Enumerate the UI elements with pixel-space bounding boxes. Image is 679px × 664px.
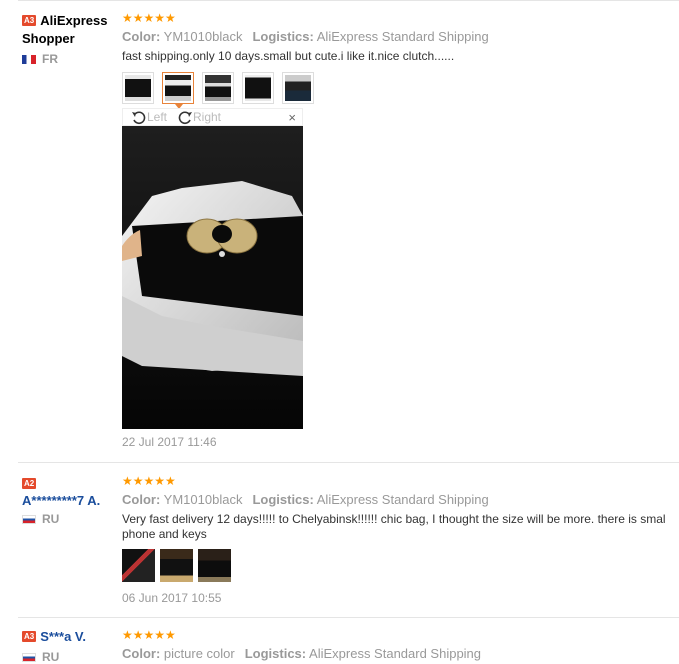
logistics-value: AliExpress Standard Shipping: [316, 29, 489, 44]
review-date: 06 Jun 2017 10:55: [122, 591, 222, 605]
order-meta: Color: YM1010black Logistics: AliExpress …: [122, 29, 489, 44]
level-badge: A3: [22, 15, 37, 26]
reviewer-country: FR: [22, 52, 118, 66]
review-text-continued: phone and keys: [122, 527, 207, 541]
color-value: YM1010black: [163, 492, 243, 507]
photo-thumbnail[interactable]: [160, 549, 193, 582]
level-badge: A2: [22, 478, 37, 489]
russia-flag-icon: [22, 514, 36, 524]
review-date: 22 Jul 2017 11:46: [122, 435, 217, 449]
photo-thumbnails: [122, 72, 679, 109]
photo-viewer-toolbar: Left Right ×: [122, 108, 303, 126]
photo-thumbnail[interactable]: [198, 549, 231, 582]
star-rating: ★★★★★: [122, 628, 176, 642]
review-divider: [18, 0, 679, 1]
review-divider: [18, 462, 679, 463]
enlarged-review-photo: [122, 126, 303, 429]
rotate-left-icon: [132, 111, 146, 125]
reviewer-name[interactable]: S***a V.: [40, 629, 86, 644]
star-rating: ★★★★★: [122, 11, 176, 25]
reviewer-info: A3 AliExpress Shopper FR: [22, 12, 118, 66]
photo-thumbnails: [122, 549, 679, 582]
france-flag-icon: [22, 54, 36, 64]
photo-thumbnail[interactable]: [242, 72, 274, 104]
photo-thumbnail-selected[interactable]: [162, 72, 194, 109]
close-viewer-button[interactable]: ×: [288, 110, 296, 125]
reviewer-name[interactable]: A*********7 A.: [22, 494, 114, 508]
reviewer-info: A3 S***a V. RU: [22, 628, 118, 664]
clutch-photo-image: [122, 126, 303, 429]
review-divider: [18, 617, 679, 618]
photo-thumbnail[interactable]: [122, 72, 154, 104]
order-meta: Color: picture color Logistics: AliExpres…: [122, 646, 482, 661]
rotate-right-icon: [178, 111, 192, 125]
reviewer-info: A2 A*********7 A. RU: [22, 475, 118, 526]
reviewer-country: RU: [22, 650, 118, 664]
photo-thumbnail[interactable]: [282, 72, 314, 104]
color-value: YM1010black: [163, 29, 243, 44]
star-rating: ★★★★★: [122, 474, 176, 488]
reviewer-country: RU: [22, 512, 118, 526]
review-body: ★★★★★ Color: picture color Logistics: Ali…: [122, 629, 679, 662]
review-text: fast shipping.only 10 days.small but cut…: [122, 49, 455, 63]
review-text: Very fast delivery 12 days!!!!! to Chely…: [122, 512, 666, 526]
order-meta: Color: YM1010black Logistics: AliExpress …: [122, 492, 489, 507]
review-body: ★★★★★ Color: YM1010black Logistics: AliEx…: [122, 475, 679, 582]
photo-thumbnail[interactable]: [122, 549, 155, 582]
logistics-value: AliExpress Standard Shipping: [316, 492, 489, 507]
level-badge: A3: [22, 631, 37, 642]
photo-thumbnail[interactable]: [202, 72, 234, 104]
review-body: ★★★★★ Color: YM1010black Logistics: AliEx…: [122, 11, 679, 109]
rotate-left-button[interactable]: Left: [131, 109, 167, 125]
rotate-right-button[interactable]: Right: [177, 109, 221, 125]
